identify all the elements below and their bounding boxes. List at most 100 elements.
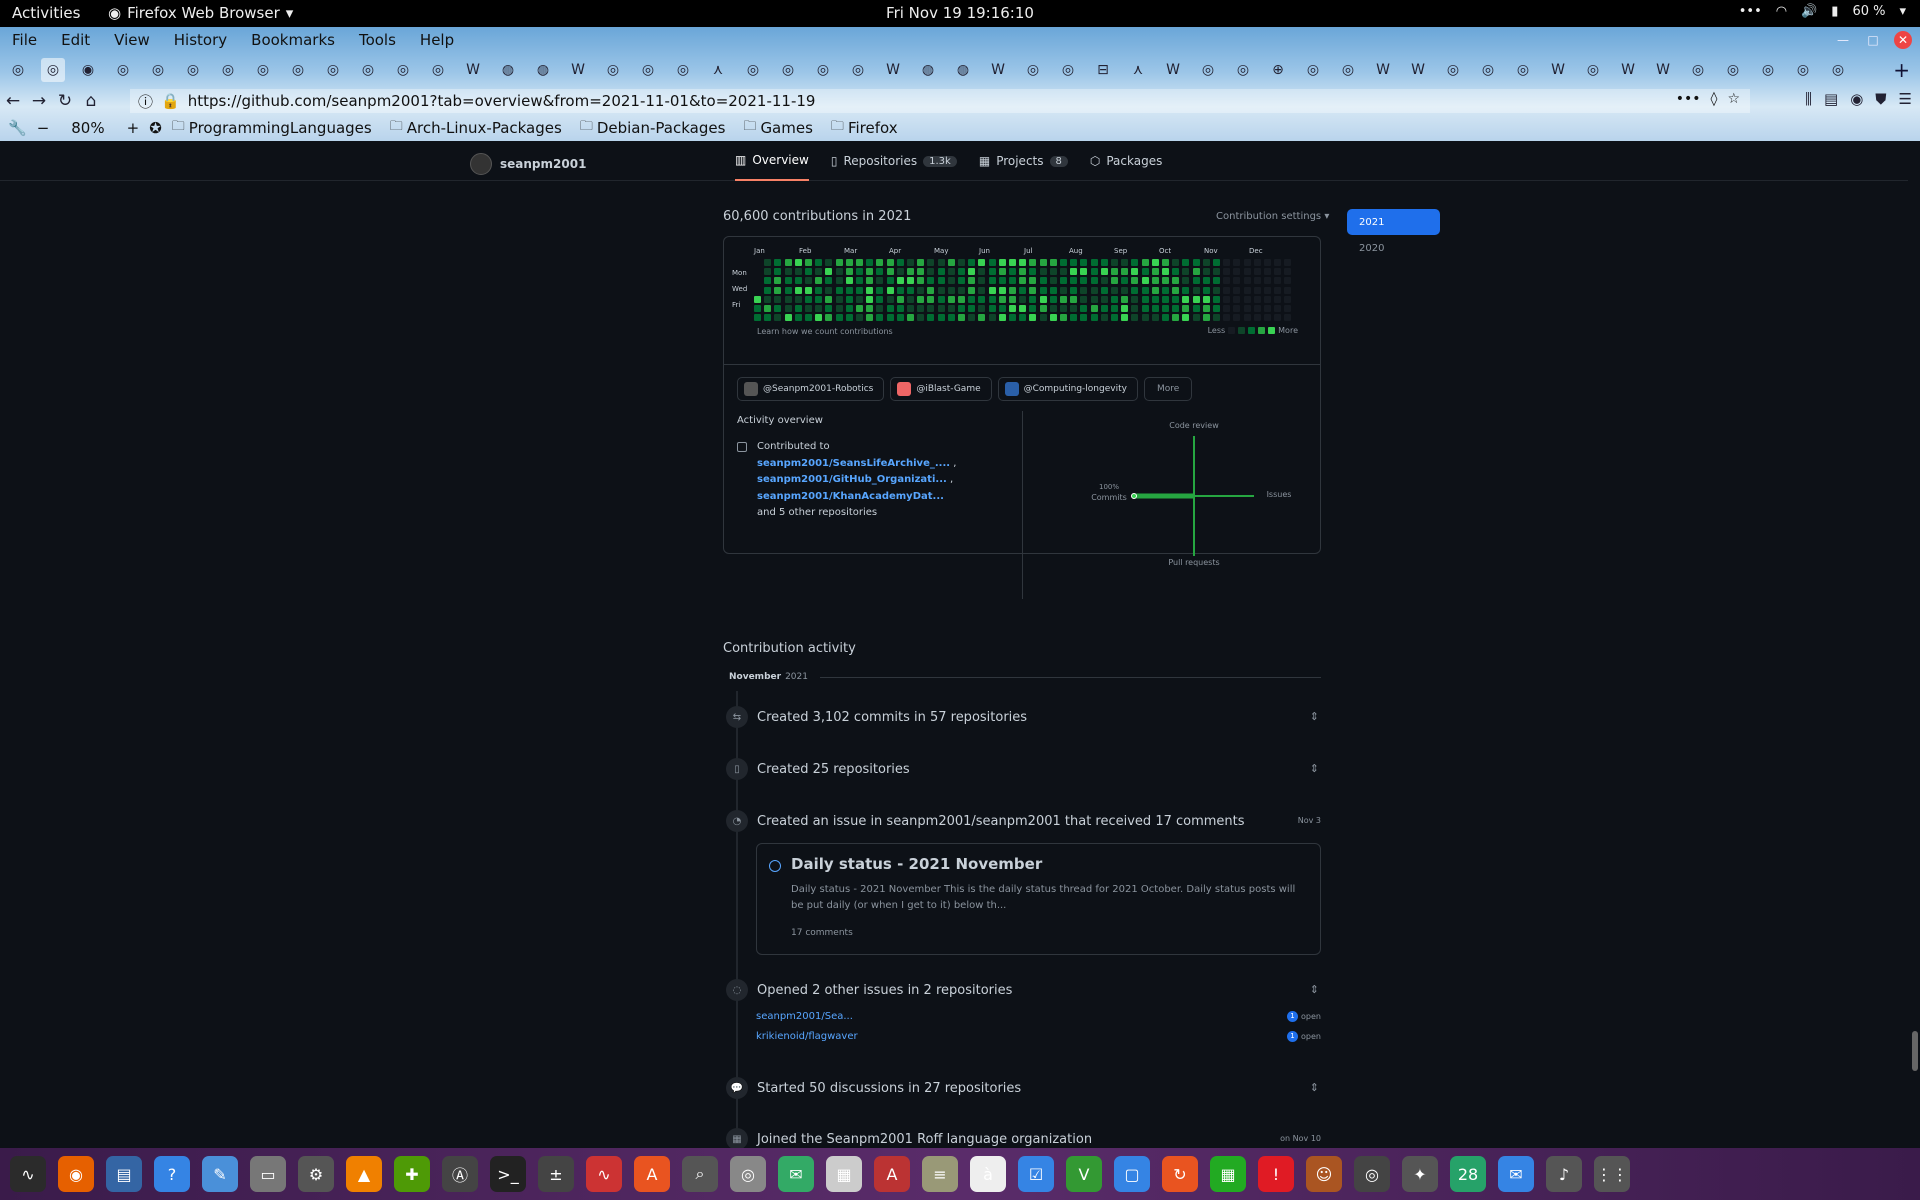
contribution-day[interactable]: [1070, 295, 1078, 303]
contribution-day[interactable]: [1121, 314, 1129, 322]
contribution-day[interactable]: [1019, 305, 1027, 312]
contribution-day[interactable]: [764, 314, 772, 322]
contribution-day[interactable]: [1264, 295, 1271, 303]
contribution-day[interactable]: [1172, 277, 1180, 285]
contribution-day[interactable]: [886, 277, 894, 285]
contribution-day[interactable]: [1172, 259, 1180, 266]
dock-app-icon[interactable]: A: [634, 1156, 670, 1192]
contribution-day[interactable]: [1060, 259, 1067, 266]
dock-app-icon[interactable]: ♪: [1546, 1156, 1582, 1192]
contribution-day[interactable]: [1070, 277, 1078, 285]
contribution-day[interactable]: [1202, 268, 1210, 276]
contribution-day[interactable]: [978, 268, 986, 276]
contribution-day[interactable]: [1019, 259, 1027, 266]
contribution-day[interactable]: [815, 277, 823, 285]
contribution-day[interactable]: [1060, 286, 1067, 294]
browser-tab[interactable]: ◎: [426, 58, 450, 82]
contribution-day[interactable]: [988, 277, 996, 285]
browser-tab[interactable]: ◎: [1196, 58, 1220, 82]
contribution-day[interactable]: [988, 286, 996, 294]
url-bar[interactable]: ⓘ 🔒 https://github.com/seanpm2001?tab=ov…: [130, 89, 1750, 113]
contribution-day[interactable]: [1274, 277, 1282, 285]
contribution-day[interactable]: [1233, 295, 1241, 303]
dock-app-icon[interactable]: à: [970, 1156, 1006, 1192]
contribution-day[interactable]: [978, 295, 986, 303]
contribution-day[interactable]: [1253, 295, 1261, 303]
contribution-day[interactable]: [978, 286, 986, 294]
contribution-day[interactable]: [1151, 259, 1159, 266]
contribution-day[interactable]: [835, 314, 843, 322]
contribution-day[interactable]: [978, 277, 986, 285]
contribution-day[interactable]: [754, 305, 761, 312]
contribution-day[interactable]: [1192, 295, 1200, 303]
contribution-day[interactable]: [1111, 305, 1118, 312]
contribution-day[interactable]: [1049, 286, 1057, 294]
contribution-day[interactable]: [1009, 268, 1016, 276]
contribution-day[interactable]: [1039, 259, 1047, 266]
contribution-day[interactable]: [958, 268, 965, 276]
contribution-day[interactable]: [1202, 295, 1210, 303]
contribution-day[interactable]: [947, 277, 955, 285]
contribution-day[interactable]: [1141, 268, 1149, 276]
browser-tab[interactable]: ◎: [1056, 58, 1080, 82]
contribution-day[interactable]: [815, 314, 823, 322]
browser-tab[interactable]: W: [1406, 58, 1430, 82]
contribution-day[interactable]: [907, 259, 914, 266]
contribution-day[interactable]: [1009, 286, 1016, 294]
contribution-day[interactable]: [1151, 268, 1159, 276]
contribution-day[interactable]: [1182, 305, 1190, 312]
browser-tab[interactable]: W: [1546, 58, 1570, 82]
contribution-day[interactable]: [1264, 259, 1271, 266]
browser-tab[interactable]: ◎: [41, 58, 65, 82]
contribution-day[interactable]: [805, 314, 812, 322]
browser-tab[interactable]: ◎: [111, 58, 135, 82]
contribution-day[interactable]: [907, 268, 914, 276]
issue-card[interactable]: Daily status - 2021 November Daily statu…: [756, 843, 1321, 955]
contribution-day[interactable]: [774, 286, 782, 294]
browser-tab[interactable]: ◎: [216, 58, 240, 82]
contribution-day[interactable]: [845, 259, 853, 266]
contribution-day[interactable]: [845, 268, 853, 276]
contribution-day[interactable]: [1080, 295, 1088, 303]
contribution-day[interactable]: [1100, 286, 1108, 294]
browser-tab[interactable]: ⊟: [1091, 58, 1115, 82]
contribution-day[interactable]: [1131, 314, 1139, 322]
contribution-day[interactable]: [1202, 259, 1210, 266]
contribution-day[interactable]: [866, 286, 874, 294]
contribution-day[interactable]: [1039, 295, 1047, 303]
contribution-day[interactable]: [1223, 295, 1231, 303]
contribution-day[interactable]: [1131, 277, 1139, 285]
new-tab-button[interactable]: +: [1893, 58, 1910, 82]
contribution-day[interactable]: [896, 277, 904, 285]
contribution-day[interactable]: [1213, 268, 1220, 276]
contribution-day[interactable]: [1039, 305, 1047, 312]
contribution-day[interactable]: [1121, 268, 1129, 276]
contribution-day[interactable]: [1009, 305, 1016, 312]
issue-repo-link[interactable]: seanpm2001/Sea...: [756, 1011, 853, 1022]
bookmark-folder[interactable]: 🗀 Debian-Packages: [580, 117, 726, 139]
contribution-day[interactable]: [1141, 259, 1149, 266]
contribution-day[interactable]: [1213, 314, 1220, 322]
scrollbar-thumb[interactable]: [1912, 1031, 1918, 1071]
page-scrollbar[interactable]: [1908, 141, 1920, 1148]
contribution-day[interactable]: [1121, 259, 1129, 266]
contribution-day[interactable]: [947, 286, 955, 294]
contribution-day[interactable]: [1131, 295, 1139, 303]
browser-tab[interactable]: W: [881, 58, 905, 82]
dock-app-icon[interactable]: ?: [154, 1156, 190, 1192]
contribution-day[interactable]: [1009, 314, 1016, 322]
dock-app-icon[interactable]: ±: [538, 1156, 574, 1192]
contribution-day[interactable]: [805, 268, 812, 276]
contribution-day[interactable]: [907, 314, 914, 322]
contribution-day[interactable]: [794, 305, 802, 312]
contribution-day[interactable]: [1100, 259, 1108, 266]
minimize-button[interactable]: —: [1834, 31, 1852, 49]
contribution-day[interactable]: [1141, 305, 1149, 312]
contribution-day[interactable]: [784, 277, 792, 285]
contribution-day[interactable]: [1141, 314, 1149, 322]
browser-tab[interactable]: ◎: [1686, 58, 1710, 82]
contribution-day[interactable]: [1162, 314, 1169, 322]
contribution-day[interactable]: [1009, 277, 1016, 285]
contribution-day[interactable]: [927, 314, 935, 322]
contribution-day[interactable]: [856, 314, 863, 322]
